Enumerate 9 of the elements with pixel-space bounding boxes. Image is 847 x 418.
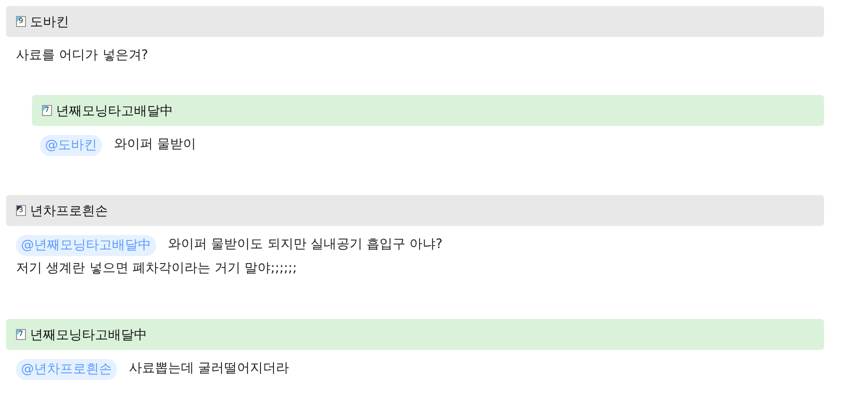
comment-text: 사료를 어디가 넣은겨? (16, 47, 148, 65)
comment-text: 사료뽑는데 굴러떨어지더라 (129, 360, 290, 378)
comment-text: 와이퍼 물받이 (114, 136, 196, 154)
author-name[interactable]: 년째모닝타고배달中 (56, 102, 173, 120)
author-name[interactable]: 도바킨 (30, 12, 69, 30)
comment-text: 와이퍼 물받이도 되지만 실내공기 흡입구 아냐? (168, 236, 443, 254)
comment-text: 저기 생계란 넣으면 폐차각이라는 거기 말야;;;;;; (16, 260, 297, 278)
author-name[interactable]: 년째모닝타고배달中 (30, 326, 147, 344)
author-name[interactable]: 년차프로흰손 (30, 202, 108, 220)
